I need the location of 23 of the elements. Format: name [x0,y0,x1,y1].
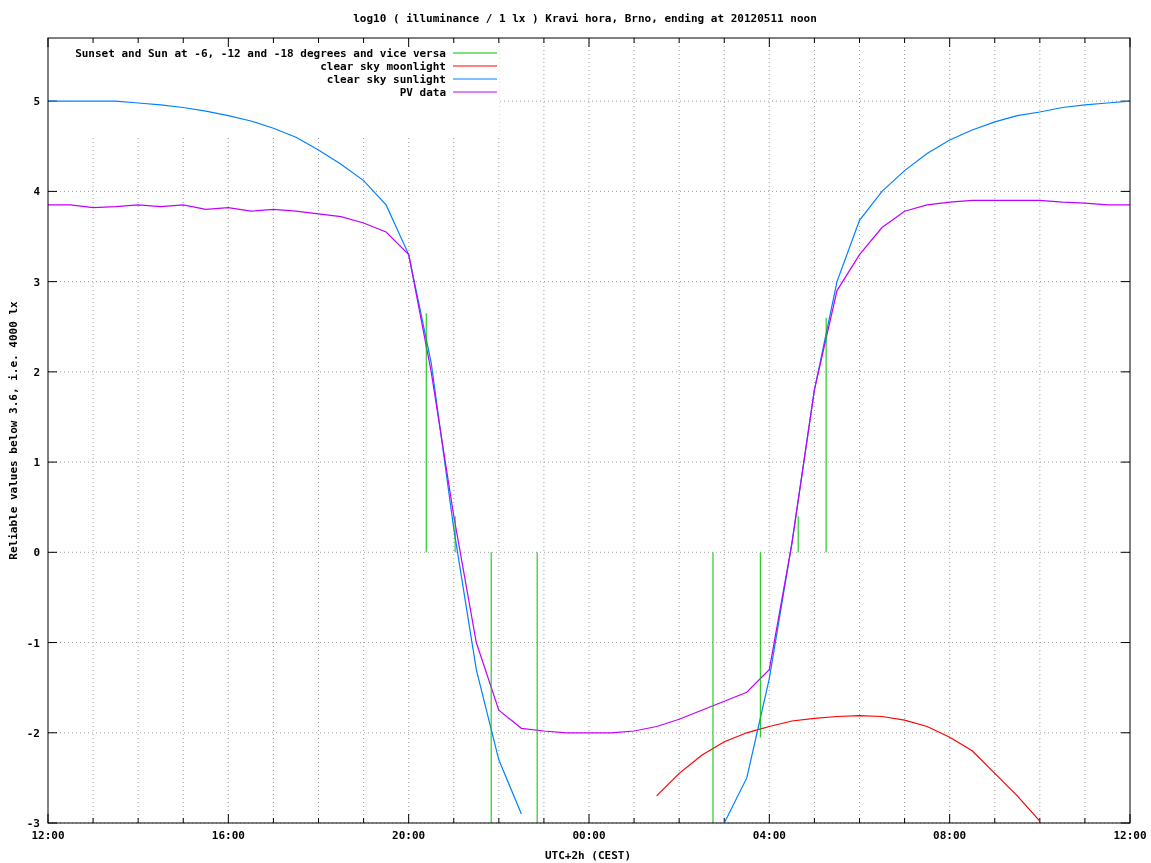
tick-label: 20:00 [392,829,426,842]
tick-label: 12:00 [1113,829,1147,842]
tick-label: 12:00 [31,829,65,842]
tick-label: 0 [33,546,40,560]
legend-label: clear sky sunlight [326,73,446,86]
chart-title: log10 ( illuminance / 1 lx ) Kravi hora, Brno, ending at 20120511 noon [353,12,817,25]
legend-label: Sunset and Sun at -6, -12 and -18 degrees and vice versa [75,47,446,60]
tick-label: -3 [26,817,40,830]
legend-label: PV data [399,86,446,99]
tick-label: 5 [33,95,40,109]
tick-label: 00:00 [572,829,606,842]
tick-label: 04:00 [752,829,786,842]
axis-label: UTC+2h (CEST) [544,849,632,862]
legend-label: clear sky moonlight [320,60,446,73]
tick-label: 3 [33,275,40,289]
axis-label: Reliable values below 3.6, i.e. 4000 lx [7,301,20,560]
tick-label: 16:00 [211,829,245,842]
tick-label: 08:00 [933,829,967,842]
tick-label: -1 [26,636,40,650]
tick-label: 4 [33,185,40,199]
tick-label: 2 [33,365,40,379]
tick-label: -2 [26,726,40,740]
tick-label: 1 [33,456,40,470]
